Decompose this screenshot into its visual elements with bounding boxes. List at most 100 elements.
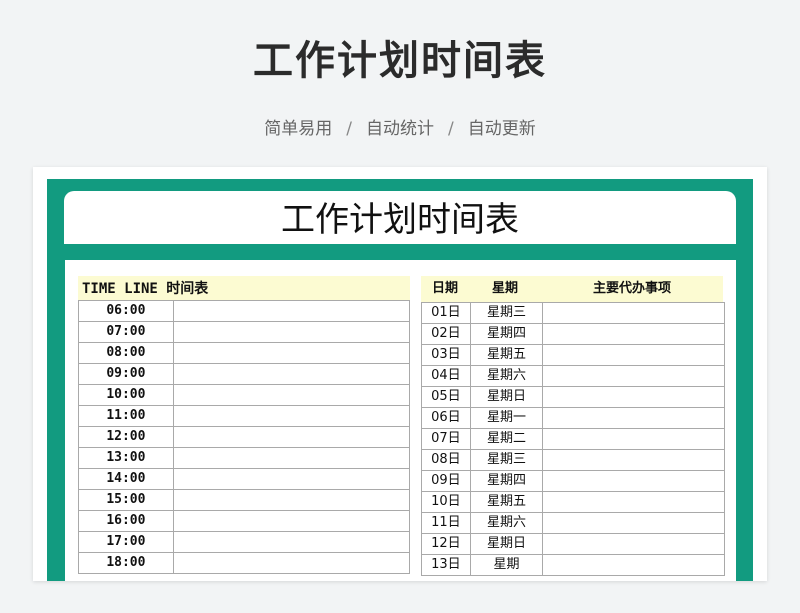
weekday-cell[interactable]: 星期日 bbox=[469, 533, 544, 555]
timeline-row: 16:00 bbox=[78, 510, 411, 532]
timeline-row: 14:00 bbox=[78, 468, 411, 490]
plan-cell[interactable] bbox=[172, 552, 411, 574]
date-cell[interactable]: 04日 bbox=[421, 365, 471, 387]
time-cell[interactable]: 18:00 bbox=[78, 552, 174, 574]
time-cell[interactable]: 10:00 bbox=[78, 384, 174, 406]
todo-cell[interactable] bbox=[542, 491, 725, 513]
calendar-row: 09日 星期四 bbox=[421, 470, 725, 492]
date-cell[interactable]: 08日 bbox=[421, 449, 471, 471]
timeline-row: 08:00 bbox=[78, 342, 411, 364]
time-cell[interactable]: 14:00 bbox=[78, 468, 174, 490]
weekday-cell[interactable]: 星期一 bbox=[469, 407, 544, 429]
date-cell[interactable]: 12日 bbox=[421, 533, 471, 555]
date-cell[interactable]: 07日 bbox=[421, 428, 471, 450]
plan-cell[interactable] bbox=[172, 531, 411, 553]
date-cell[interactable]: 03日 bbox=[421, 344, 471, 366]
date-cell[interactable]: 10日 bbox=[421, 491, 471, 513]
subtitle-separator: / bbox=[448, 119, 454, 139]
plan-cell[interactable] bbox=[172, 363, 411, 385]
plan-cell[interactable] bbox=[172, 489, 411, 511]
todo-cell[interactable] bbox=[542, 386, 725, 408]
subtitle: 简单易用 / 自动统计 / 自动更新 bbox=[0, 114, 800, 139]
calendar-section: 日期 星期 主要代办事项 01日 星期三 02日 星期四 03日 星期五 04日 星期六 05日… bbox=[421, 276, 725, 576]
calendar-row: 01日 星期三 bbox=[421, 302, 725, 324]
weekday-cell[interactable]: 星期 bbox=[469, 554, 544, 576]
todo-cell[interactable] bbox=[542, 323, 725, 345]
timeline-row: 10:00 bbox=[78, 384, 411, 406]
calendar-row: 12日 星期日 bbox=[421, 533, 725, 555]
calendar-header: 日期 星期 主要代办事项 bbox=[421, 276, 723, 302]
time-cell[interactable]: 09:00 bbox=[78, 363, 174, 385]
time-cell[interactable]: 15:00 bbox=[78, 489, 174, 511]
todo-cell[interactable] bbox=[542, 470, 725, 492]
weekday-cell[interactable]: 星期六 bbox=[469, 512, 544, 534]
calendar-row: 06日 星期一 bbox=[421, 407, 725, 429]
todo-cell[interactable] bbox=[542, 344, 725, 366]
weekday-cell[interactable]: 星期五 bbox=[469, 344, 544, 366]
time-cell[interactable]: 17:00 bbox=[78, 531, 174, 553]
plan-cell[interactable] bbox=[172, 426, 411, 448]
weekday-cell[interactable]: 星期二 bbox=[469, 428, 544, 450]
plan-cell[interactable] bbox=[172, 342, 411, 364]
date-cell[interactable]: 11日 bbox=[421, 512, 471, 534]
calendar-row: 13日 星期 bbox=[421, 554, 725, 576]
date-cell[interactable]: 05日 bbox=[421, 386, 471, 408]
date-cell[interactable]: 02日 bbox=[421, 323, 471, 345]
timeline-row: 11:00 bbox=[78, 405, 411, 427]
weekday-cell[interactable]: 星期四 bbox=[469, 323, 544, 345]
sheet-body: TIME LINE 时间表 06:00 07:00 08:00 09:00 10:00 1… bbox=[65, 260, 736, 581]
timeline-heading: TIME LINE 时间表 bbox=[78, 276, 410, 300]
timeline-row: 07:00 bbox=[78, 321, 411, 343]
weekday-cell[interactable]: 星期四 bbox=[469, 470, 544, 492]
weekday-cell[interactable]: 星期日 bbox=[469, 386, 544, 408]
column-header-weekday: 星期 bbox=[469, 276, 541, 302]
calendar-row: 10日 星期五 bbox=[421, 491, 725, 513]
date-cell[interactable]: 06日 bbox=[421, 407, 471, 429]
plan-cell[interactable] bbox=[172, 510, 411, 532]
timeline-row: 18:00 bbox=[78, 552, 411, 574]
time-cell[interactable]: 07:00 bbox=[78, 321, 174, 343]
spreadsheet-preview: 工作计划时间表 TIME LINE 时间表 06:00 07:00 08:00 09:… bbox=[33, 167, 767, 581]
todo-cell[interactable] bbox=[542, 512, 725, 534]
date-cell[interactable]: 01日 bbox=[421, 302, 471, 324]
plan-cell[interactable] bbox=[172, 300, 411, 322]
todo-cell[interactable] bbox=[542, 554, 725, 576]
subtitle-item: 自动更新 bbox=[467, 119, 536, 139]
calendar-row: 05日 星期日 bbox=[421, 386, 725, 408]
timeline-table: 06:00 07:00 08:00 09:00 10:00 11:00 12:00 13:00… bbox=[78, 300, 411, 574]
time-cell[interactable]: 08:00 bbox=[78, 342, 174, 364]
plan-cell[interactable] bbox=[172, 384, 411, 406]
plan-cell[interactable] bbox=[172, 468, 411, 490]
calendar-table: 01日 星期三 02日 星期四 03日 星期五 04日 星期六 05日 星期日 06日 星期一 07日星… bbox=[421, 302, 725, 576]
timeline-row: 06:00 bbox=[78, 300, 411, 322]
time-cell[interactable]: 13:00 bbox=[78, 447, 174, 469]
plan-cell[interactable] bbox=[172, 447, 411, 469]
weekday-cell[interactable]: 星期五 bbox=[469, 491, 544, 513]
column-header-todo: 主要代办事项 bbox=[541, 276, 723, 302]
todo-cell[interactable] bbox=[542, 407, 725, 429]
time-cell[interactable]: 12:00 bbox=[78, 426, 174, 448]
calendar-row: 07日 星期二 bbox=[421, 428, 725, 450]
weekday-cell[interactable]: 星期六 bbox=[469, 365, 544, 387]
timeline-section: TIME LINE 时间表 06:00 07:00 08:00 09:00 10:00 1… bbox=[78, 276, 411, 574]
weekday-cell[interactable]: 星期三 bbox=[469, 302, 544, 324]
plan-cell[interactable] bbox=[172, 405, 411, 427]
todo-cell[interactable] bbox=[542, 449, 725, 471]
date-cell[interactable]: 09日 bbox=[421, 470, 471, 492]
plan-cell[interactable] bbox=[172, 321, 411, 343]
todo-cell[interactable] bbox=[542, 428, 725, 450]
subtitle-item: 自动统计 bbox=[366, 119, 434, 139]
todo-cell[interactable] bbox=[542, 533, 725, 555]
time-cell[interactable]: 16:00 bbox=[78, 510, 174, 532]
todo-cell[interactable] bbox=[542, 365, 725, 387]
date-cell[interactable]: 13日 bbox=[421, 554, 471, 576]
timeline-row: 13:00 bbox=[78, 447, 411, 469]
time-cell[interactable]: 06:00 bbox=[78, 300, 174, 322]
timeline-row: 15:00 bbox=[78, 489, 411, 511]
timeline-row: 17:00 bbox=[78, 531, 411, 553]
sheet-banner-title: 工作计划时间表 bbox=[64, 191, 736, 244]
page-title: 工作计划时间表 bbox=[253, 38, 547, 84]
weekday-cell[interactable]: 星期三 bbox=[469, 449, 544, 471]
time-cell[interactable]: 11:00 bbox=[78, 405, 174, 427]
todo-cell[interactable] bbox=[542, 302, 725, 324]
